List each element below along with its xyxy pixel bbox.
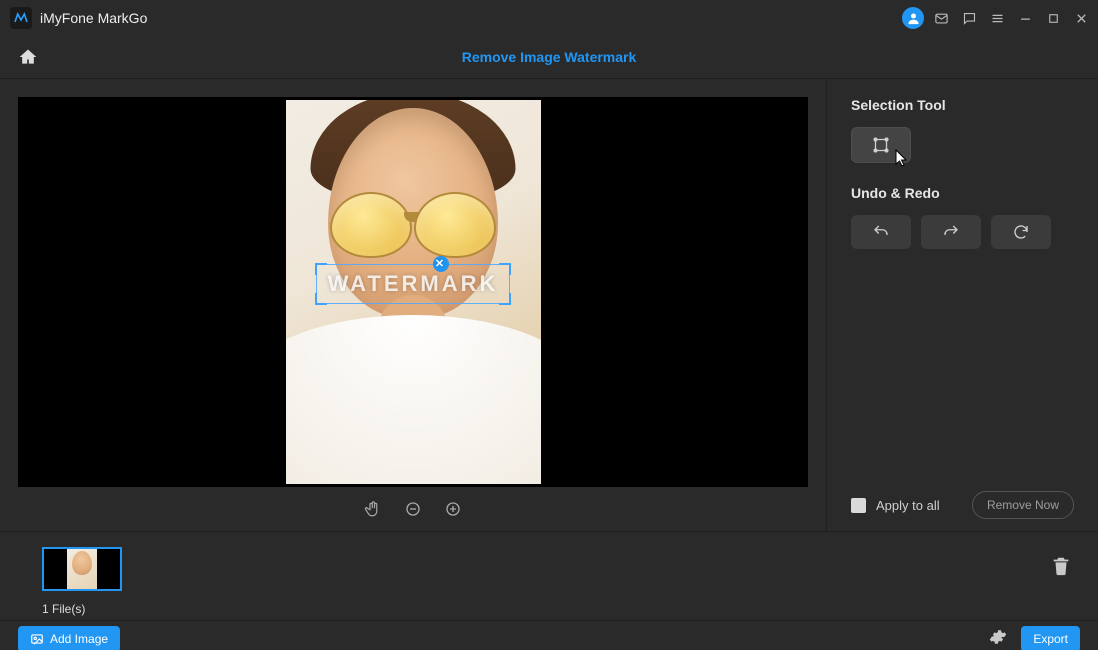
settings-icon[interactable] [989,628,1007,650]
selection-tool-heading: Selection Tool [851,97,1074,113]
canvas-viewport[interactable]: ✕ WATERMARK [18,97,808,487]
bottom-bar: Add Image Export [0,620,1098,650]
apply-to-all-label: Apply to all [876,498,940,513]
redo-button[interactable] [921,215,981,249]
file-count-label: 1 File(s) [42,602,1056,616]
canvas-tools [18,487,808,531]
close-icon[interactable] [1070,7,1092,29]
mode-title: Remove Image Watermark [56,49,1098,65]
chat-icon[interactable] [958,7,980,29]
filmstrip: 1 File(s) [0,531,1098,620]
zoom-out-icon[interactable] [403,499,423,519]
mail-icon[interactable] [930,7,952,29]
home-button[interactable] [0,47,56,67]
reset-button[interactable] [991,215,1051,249]
zoom-in-icon[interactable] [443,499,463,519]
hand-tool-icon[interactable] [363,499,383,519]
titlebar: iMyFone MarkGo [0,0,1098,36]
tool-header: Remove Image Watermark [0,36,1098,78]
watermark-text: WATERMARK [328,271,499,297]
watermark-selection[interactable]: ✕ WATERMARK [316,264,510,304]
trash-icon[interactable] [1050,554,1072,581]
selection-rect-tool[interactable] [851,127,911,163]
side-panel: Selection Tool Undo & Redo [827,79,1098,531]
add-image-button[interactable]: Add Image [18,626,120,650]
loaded-image[interactable]: ✕ WATERMARK [286,100,541,484]
undo-button[interactable] [851,215,911,249]
canvas-area: ✕ WATERMARK [0,79,827,531]
apply-to-all-checkbox[interactable]: Apply to all [851,498,940,513]
thumbnail-selected[interactable] [42,547,122,591]
remove-now-button[interactable]: Remove Now [972,491,1074,519]
workspace: ✕ WATERMARK Selection Tool [0,79,1098,531]
undo-redo-heading: Undo & Redo [851,185,1074,201]
maximize-icon[interactable] [1042,7,1064,29]
app-logo-icon [10,7,32,29]
app-title: iMyFone MarkGo [40,10,147,26]
export-button[interactable]: Export [1021,626,1080,650]
selection-close-icon[interactable]: ✕ [433,256,449,272]
menu-icon[interactable] [986,7,1008,29]
user-avatar[interactable] [902,7,924,29]
minimize-icon[interactable] [1014,7,1036,29]
